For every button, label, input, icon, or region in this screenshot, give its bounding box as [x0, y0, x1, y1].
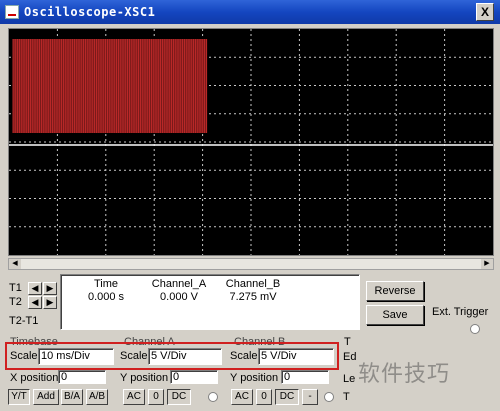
channel-a-ac-button[interactable]: AC — [123, 389, 145, 405]
t2-right-arrow-icon[interactable]: ▶ — [43, 296, 57, 309]
cursor-delta-label: T2-T1 — [9, 315, 39, 327]
scroll-left-icon[interactable]: ◀ — [9, 259, 21, 269]
ext-trigger-label: Ext. Trigger — [432, 306, 489, 318]
ext-trigger-radio[interactable] — [470, 324, 480, 334]
channel-a-y-position-field[interactable]: 0 — [170, 370, 218, 384]
header-channel-b: Channel_B — [225, 278, 281, 290]
value-channel-b: 7.275 mV — [229, 291, 277, 303]
readout-channel-b-column: Channel_B 7.275 mV — [209, 278, 297, 304]
value-channel-a: 0.000 V — [160, 291, 198, 303]
cursor-t1-label: T1 — [9, 282, 22, 294]
watermark-text: 软件技巧 — [358, 361, 451, 386]
channel-b-zero-button[interactable]: 0 — [256, 389, 272, 405]
channel-a-zero-button[interactable]: 0 — [148, 389, 164, 405]
trigger-title-cut: T — [344, 336, 351, 348]
t2-left-arrow-icon[interactable]: ◀ — [28, 296, 42, 309]
channel-b-radio[interactable] — [324, 392, 334, 402]
readout-channel-a-column: Channel_A 0.000 V — [139, 278, 219, 304]
x-position-label: X position — [10, 372, 59, 384]
title-bar[interactable]: Oscilloscope-XSC1 X — [0, 0, 500, 24]
t1-right-arrow-icon[interactable]: ▶ — [43, 282, 57, 295]
save-button[interactable]: Save — [366, 305, 424, 325]
channel-a-radio[interactable] — [208, 392, 218, 402]
trigger-edge-cut: Ed — [343, 351, 357, 363]
waveform-display — [9, 29, 493, 255]
channel-b-scale-label: Scale — [230, 350, 258, 362]
channel-b-y-position-label: Y position — [230, 372, 279, 384]
measurement-readout: Time 0.000 s Channel_A 0.000 V Channel_B… — [60, 274, 360, 330]
channel-b-dc-button[interactable]: DC — [275, 389, 299, 405]
channel-b-scale-field[interactable]: 5 V/Div — [258, 348, 334, 365]
timebase-scale-field[interactable]: 10 ms/Div — [38, 348, 114, 365]
header-time: Time — [93, 278, 119, 290]
trigger-level-cut: Le — [343, 373, 356, 385]
scroll-right-icon[interactable]: ▶ — [481, 259, 493, 269]
horizontal-scrollbar[interactable]: ◀ ▶ — [8, 258, 494, 270]
readout-time-column: Time 0.000 s — [75, 278, 137, 304]
mode-ba-button[interactable]: B/A — [61, 389, 83, 405]
channel-b-invert-button[interactable]: - — [302, 389, 318, 405]
mode-ab-button[interactable]: A/B — [86, 389, 108, 405]
header-channel-a: Channel_A — [151, 278, 207, 290]
trigger-type-cut: T — [343, 391, 350, 403]
value-time: 0.000 s — [87, 291, 125, 303]
channel-a-y-position-label: Y position — [120, 372, 169, 384]
channel-a-scale-label: Scale — [120, 350, 148, 362]
channel-b-y-position-field[interactable]: 0 — [281, 370, 329, 384]
oscilloscope-screen[interactable] — [8, 28, 494, 256]
reverse-button[interactable]: Reverse — [366, 281, 424, 301]
oscilloscope-window: Oscilloscope-XSC1 X ◀ ▶ T1 T2 T2-T1 ◀ ▶ … — [0, 0, 500, 411]
oscilloscope-icon — [5, 5, 19, 19]
mode-add-button[interactable]: Add — [33, 389, 59, 405]
mode-yt-button[interactable]: Y/T — [8, 389, 30, 405]
timebase-scale-label: Scale — [10, 350, 38, 362]
channel-b-ac-button[interactable]: AC — [231, 389, 253, 405]
x-position-field[interactable]: 0 — [58, 370, 106, 384]
window-title: Oscilloscope-XSC1 — [24, 5, 156, 19]
close-button[interactable]: X — [476, 3, 494, 21]
cursor-t2-label: T2 — [9, 296, 22, 308]
channel-a-dc-button[interactable]: DC — [167, 389, 191, 405]
t1-left-arrow-icon[interactable]: ◀ — [28, 282, 42, 295]
channel-a-scale-field[interactable]: 5 V/Div — [148, 348, 222, 365]
